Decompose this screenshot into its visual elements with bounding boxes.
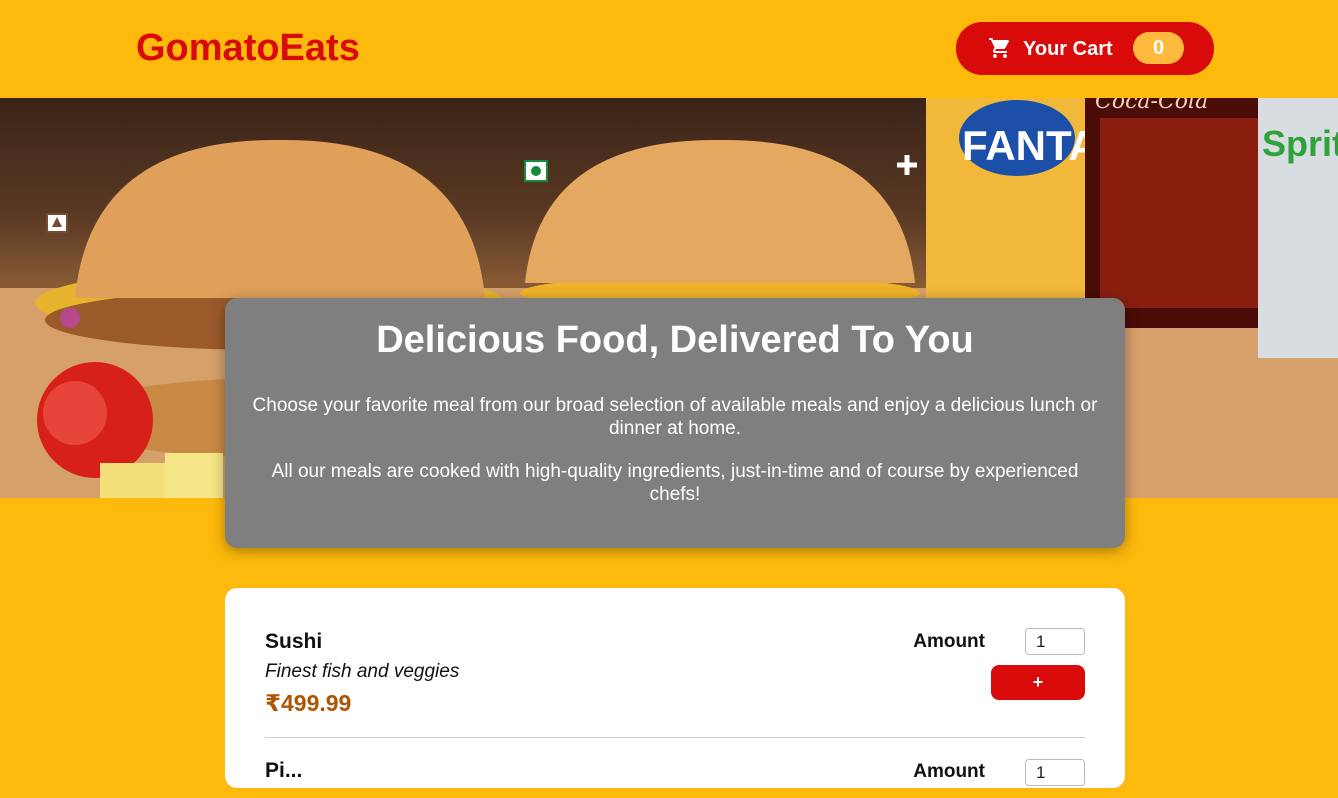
meal-name: Pi... xyxy=(265,759,303,782)
site-header: GomatoEats Your Cart 0 xyxy=(0,0,1338,98)
coke-label: Coca-Cola xyxy=(1095,98,1208,114)
sprite-label: Sprite xyxy=(1262,123,1338,164)
amount-input[interactable] xyxy=(1025,628,1085,655)
plus-icon xyxy=(897,155,917,175)
meal-price: ₹499.99 xyxy=(265,690,352,716)
meal-name: Sushi xyxy=(265,630,323,653)
cart-button[interactable]: Your Cart 0 xyxy=(956,22,1214,75)
meal-item: Sushi Finest fish and veggies ₹499.99 Am… xyxy=(265,628,1085,738)
summary-title: Delicious Food, Delivered To You xyxy=(376,319,974,361)
amount-label: Amount xyxy=(913,761,985,782)
meals-summary-card: Delicious Food, Delivered To You Choose … xyxy=(225,298,1125,548)
summary-paragraph: All our meals are cooked with high-quali… xyxy=(271,461,1079,505)
amount-label: Amount xyxy=(913,631,985,652)
cart-count-badge: 0 xyxy=(1133,32,1184,64)
shopping-cart-icon xyxy=(989,38,1010,58)
summary-paragraph: Choose your favorite meal from our broad… xyxy=(252,395,1098,439)
cart-label: Your Cart xyxy=(1023,38,1113,60)
meal-item: Pi... Amount xyxy=(265,738,1085,798)
available-meals-card: Sushi Finest fish and veggies ₹499.99 Am… xyxy=(225,588,1125,788)
fanta-label: FANTA xyxy=(962,122,1099,169)
logo[interactable]: GomatoEats xyxy=(136,26,360,70)
add-to-cart-button[interactable]: + xyxy=(991,665,1085,700)
amount-input[interactable] xyxy=(1025,759,1085,786)
burger-illustration-middle xyxy=(520,139,920,311)
meal-description: Finest fish and veggies xyxy=(265,661,460,682)
